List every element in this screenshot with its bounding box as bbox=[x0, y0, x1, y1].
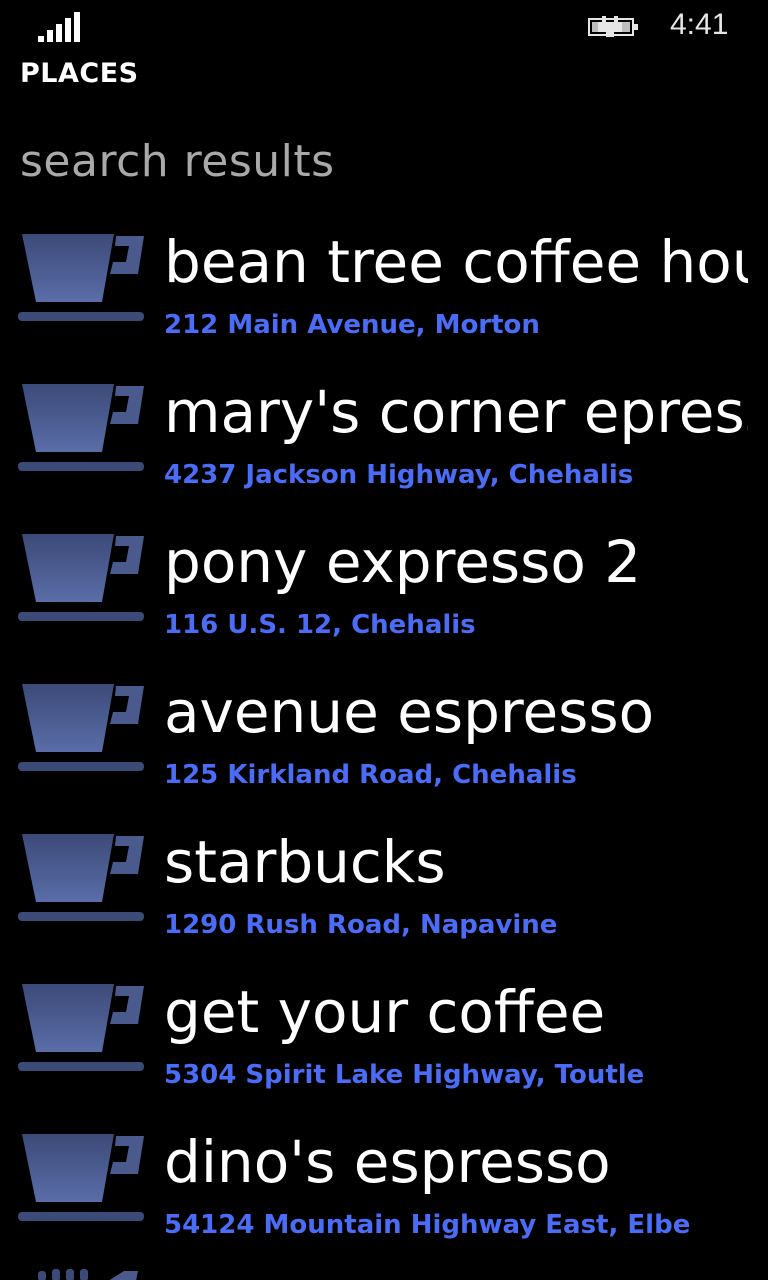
result-address: 5304 Spirit Lake Highway, Toutle bbox=[164, 1060, 645, 1090]
results-list: bean tree coffee house 212 Main Avenue, … bbox=[0, 222, 768, 1272]
result-address: 212 Main Avenue, Morton bbox=[164, 310, 540, 340]
status-bar: 4:41 bbox=[0, 0, 768, 52]
coffee-cup-icon bbox=[18, 1134, 144, 1221]
coffee-cup-icon bbox=[18, 534, 144, 621]
result-address: 125 Kirkland Road, Chehalis bbox=[164, 760, 577, 790]
result-address: 4237 Jackson Highway, Chehalis bbox=[164, 460, 634, 490]
coffee-cup-icon bbox=[18, 834, 144, 921]
result-address: 54124 Mountain Highway East, Elbe bbox=[164, 1210, 691, 1240]
result-name: bean tree coffee house bbox=[164, 228, 748, 296]
result-name: starbucks bbox=[164, 828, 446, 896]
coffee-cup-icon bbox=[38, 1269, 138, 1280]
result-name: mary's corner epresso bbox=[164, 378, 748, 446]
list-item[interactable]: dino's espresso 54124 Mountain Highway E… bbox=[0, 1122, 768, 1272]
coffee-cup-icon bbox=[18, 684, 144, 771]
list-item[interactable]: bean tree coffee house 212 Main Avenue, … bbox=[0, 222, 768, 372]
status-clock: 4:41 bbox=[670, 8, 729, 41]
signal-strength-icon bbox=[38, 12, 86, 42]
result-name: pony expresso 2 bbox=[164, 528, 642, 596]
result-address: 1290 Rush Road, Napavine bbox=[164, 910, 558, 940]
list-item[interactable]: mary's corner epresso 4237 Jackson Highw… bbox=[0, 372, 768, 522]
coffee-cup-icon bbox=[18, 384, 144, 471]
battery-charging-icon bbox=[588, 16, 638, 37]
list-item[interactable]: pony expresso 2 116 U.S. 12, Chehalis bbox=[0, 522, 768, 672]
result-name: get your coffee bbox=[164, 978, 606, 1046]
list-item[interactable]: starbucks 1290 Rush Road, Napavine bbox=[0, 822, 768, 972]
list-item[interactable]: get your coffee 5304 Spirit Lake Highway… bbox=[0, 972, 768, 1122]
result-address: 116 U.S. 12, Chehalis bbox=[164, 610, 476, 640]
list-item[interactable]: avenue espresso 125 Kirkland Road, Cheha… bbox=[0, 672, 768, 822]
coffee-cup-icon bbox=[18, 984, 144, 1071]
result-name: dino's espresso bbox=[164, 1128, 611, 1196]
app-title: PLACES bbox=[20, 58, 139, 89]
page-title: search results bbox=[20, 136, 335, 187]
result-name: avenue espresso bbox=[164, 678, 655, 746]
coffee-cup-icon bbox=[18, 234, 144, 321]
partial-list-item[interactable] bbox=[16, 1266, 146, 1280]
